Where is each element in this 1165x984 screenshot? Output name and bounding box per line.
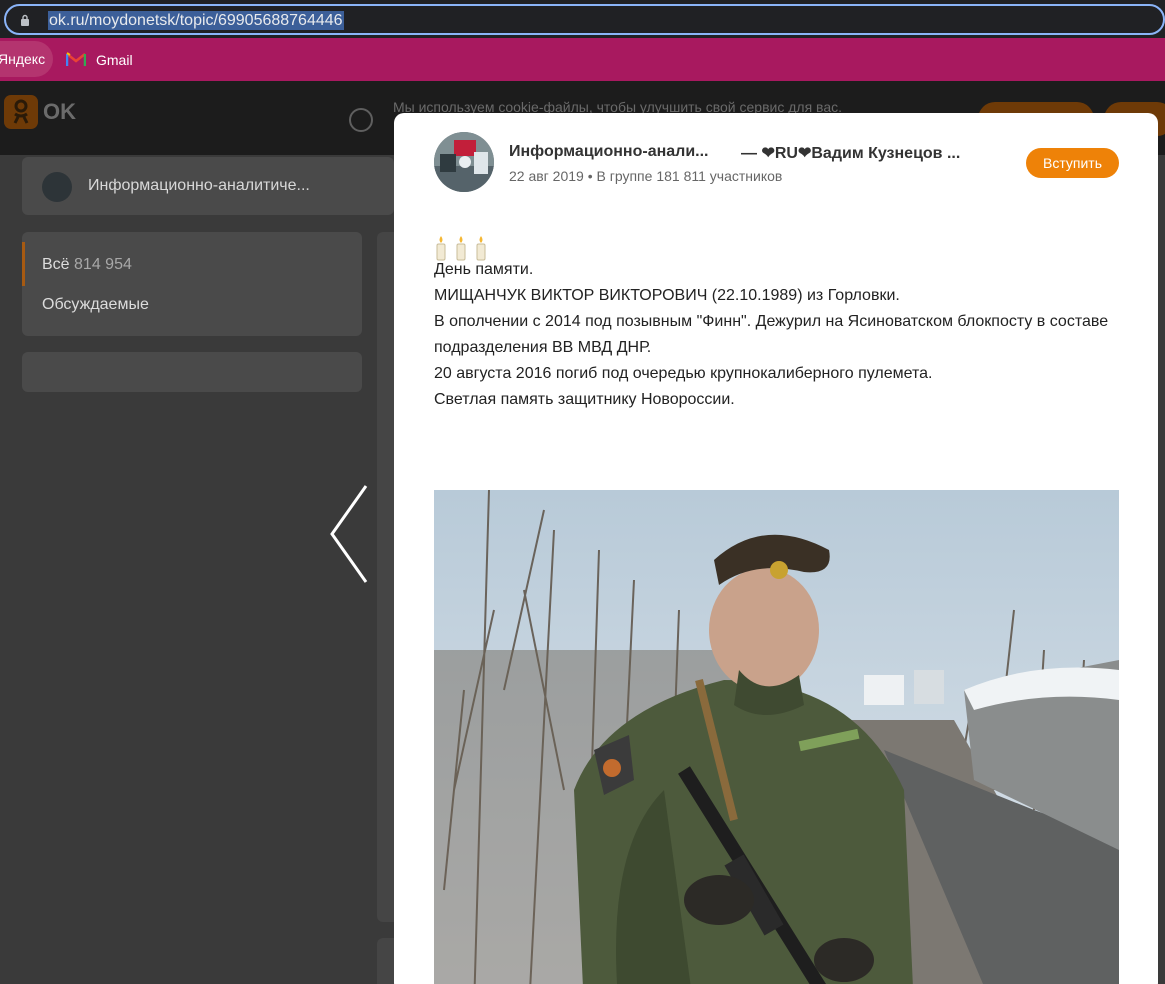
- group-bar[interactable]: Информационно-аналитиче...: [22, 157, 394, 215]
- filter-all-count: 814 954: [74, 256, 132, 273]
- ok-logo-icon[interactable]: [4, 95, 38, 129]
- group-avatar-large[interactable]: [434, 132, 494, 192]
- address-box[interactable]: ok.ru/moydonetsk/topic/69905688764446: [4, 4, 1165, 35]
- post-date: 22 авг 2019: [509, 168, 584, 184]
- meta-separator: •: [583, 168, 597, 184]
- post-text: День памяти. МИЩАНЧУК ВИКТОР ВИКТОРОВИЧ …: [434, 231, 1134, 413]
- filter-all-label: Всё: [42, 256, 70, 273]
- bookmark-gmail-label: Gmail: [96, 51, 133, 68]
- feed-column-edge-lower: [377, 938, 395, 984]
- post-line-5: Светлая память защитнику Новороссии.: [434, 391, 735, 408]
- lock-icon[interactable]: [20, 14, 30, 26]
- filter-all[interactable]: Всё 814 954: [42, 256, 132, 274]
- cookie-icon: [349, 108, 373, 132]
- candle-icon: [436, 236, 446, 261]
- feed-filters: Всё 814 954 Обсуждаемые: [22, 232, 362, 336]
- join-button[interactable]: Вступить: [1026, 148, 1119, 178]
- browser-url-bar: ok.ru/moydonetsk/topic/69905688764446: [0, 0, 1165, 38]
- filter-discussed[interactable]: Обсуждаемые: [42, 296, 149, 314]
- ok-logo-text[interactable]: OK: [43, 99, 76, 125]
- url-text[interactable]: ok.ru/moydonetsk/topic/69905688764446: [48, 11, 344, 30]
- post-photo[interactable]: [434, 490, 1119, 984]
- post-line-1: День памяти.: [434, 261, 534, 278]
- post-line-4: 20 августа 2016 погиб под очередью крупн…: [434, 365, 933, 382]
- group-avatar: [42, 172, 72, 202]
- post-line-2: МИЩАНЧУК ВИКТОР ВИКТОРОВИЧ (22.10.1989) …: [434, 287, 900, 304]
- feed-column-edge: [377, 232, 395, 922]
- bookmark-yandex[interactable]: Яндекс: [0, 41, 54, 77]
- post-author[interactable]: — ❤︎RU❤︎Вадим Кузнецов ...: [741, 143, 960, 163]
- post-line-3: В ополчении с 2014 под позывным "Финн". …: [434, 313, 1109, 356]
- post-meta: 22 авг 2019 • В группе 181 811 участнико…: [509, 168, 782, 184]
- chevron-left-icon[interactable]: [328, 484, 370, 584]
- post-group-title[interactable]: Информационно-анали...: [509, 143, 708, 161]
- sidebar-empty-block: [22, 352, 362, 392]
- bookmark-gmail[interactable]: Gmail: [66, 38, 133, 81]
- group-name[interactable]: Информационно-аналитиче...: [88, 177, 310, 195]
- candle-icon: [476, 236, 486, 261]
- gmail-icon: [66, 52, 86, 66]
- group-member-count[interactable]: В группе 181 811 участников: [597, 168, 783, 184]
- post-modal: Информационно-анали... — ❤︎RU❤︎Вадим Куз…: [394, 113, 1158, 984]
- active-filter-indicator: [22, 242, 25, 286]
- candle-icon: [456, 236, 466, 261]
- bookmarks-bar: Яндекс Gmail: [0, 38, 1165, 81]
